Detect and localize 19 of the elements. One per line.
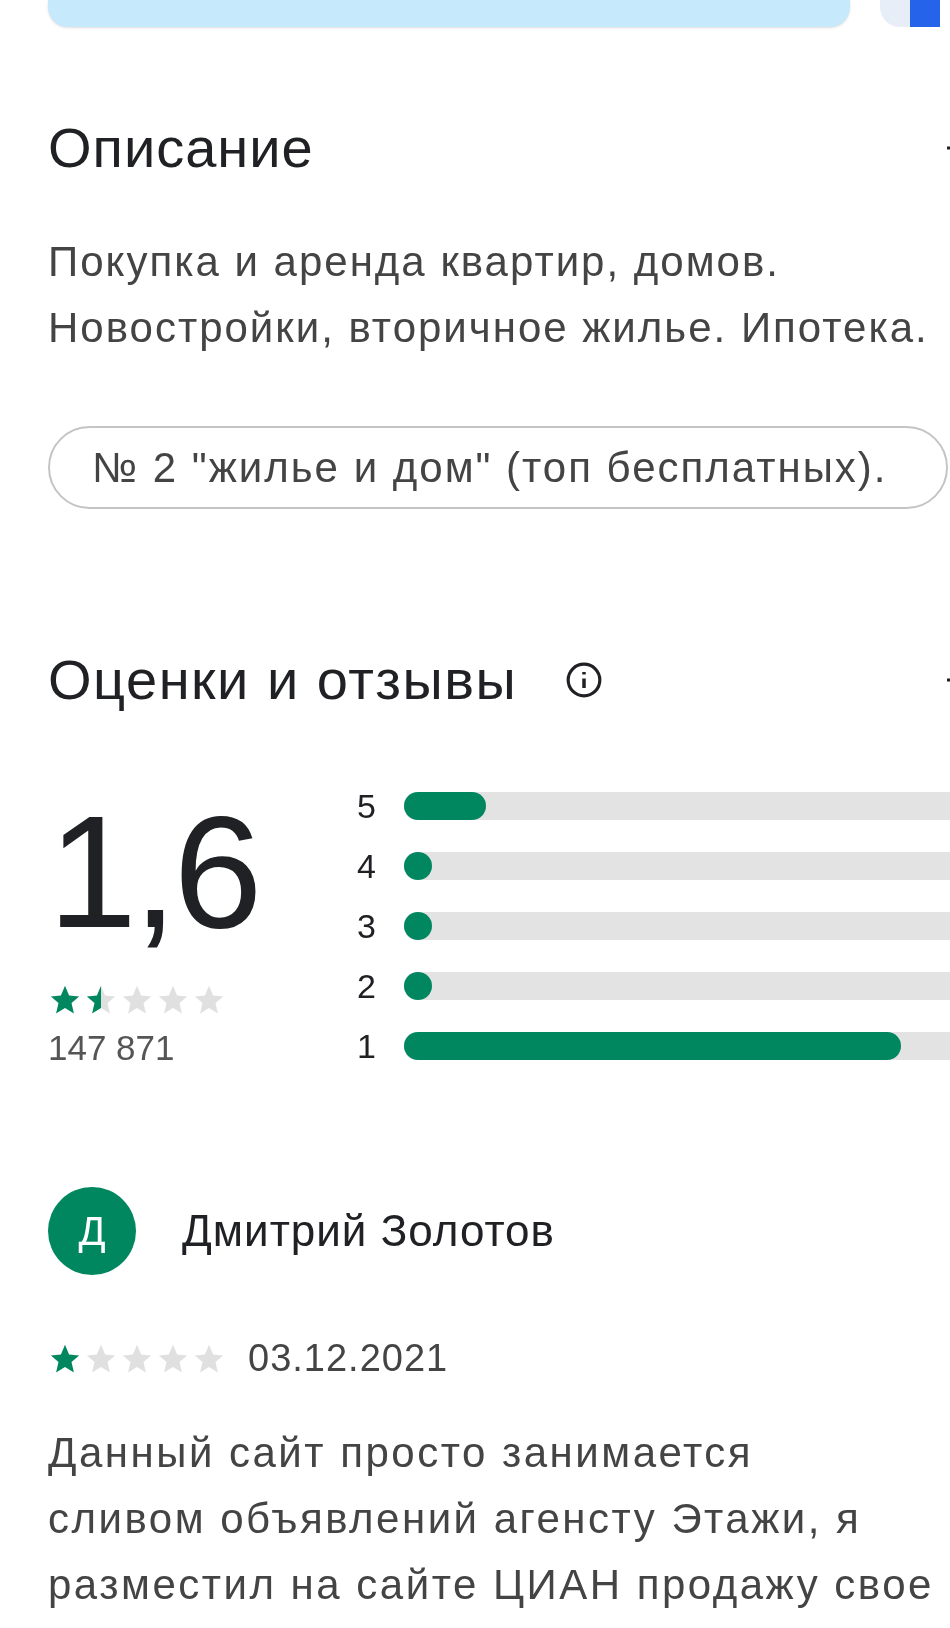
section-title: Описание bbox=[48, 120, 314, 176]
rating-score: 1,6 bbox=[48, 792, 260, 952]
star-level-label: 5 bbox=[357, 788, 377, 823]
ranking-chip[interactable]: № 2 "жилье и дом" (топ бесплатных). bbox=[48, 426, 948, 509]
review-text: Данный сайт просто занимается bbox=[48, 1428, 754, 1478]
reviewer-name: Дмитрий Золотов bbox=[182, 1205, 555, 1257]
star-level-label: 4 bbox=[357, 848, 377, 883]
star-level-label: 3 bbox=[357, 908, 377, 943]
screenshot-card[interactable] bbox=[880, 0, 940, 27]
description-text: Покупка и аренда квартир, домов. bbox=[48, 237, 781, 287]
description-text: Новостройки, вторичное жилье. Ипотека. bbox=[48, 303, 930, 353]
info-icon[interactable] bbox=[565, 661, 604, 699]
user-avatar: Д bbox=[48, 1187, 136, 1275]
star-level-label: 2 bbox=[357, 968, 377, 1003]
review-text: разместил на сайте ЦИАН продажу свое bbox=[48, 1560, 935, 1610]
review-text: сливом объявлений агенсту Этажи, я bbox=[48, 1494, 863, 1544]
review-date: 03.12.2021 bbox=[248, 1336, 449, 1381]
star-level-label: 1 bbox=[357, 1028, 377, 1063]
rating-count: 147 871 bbox=[48, 1028, 176, 1068]
